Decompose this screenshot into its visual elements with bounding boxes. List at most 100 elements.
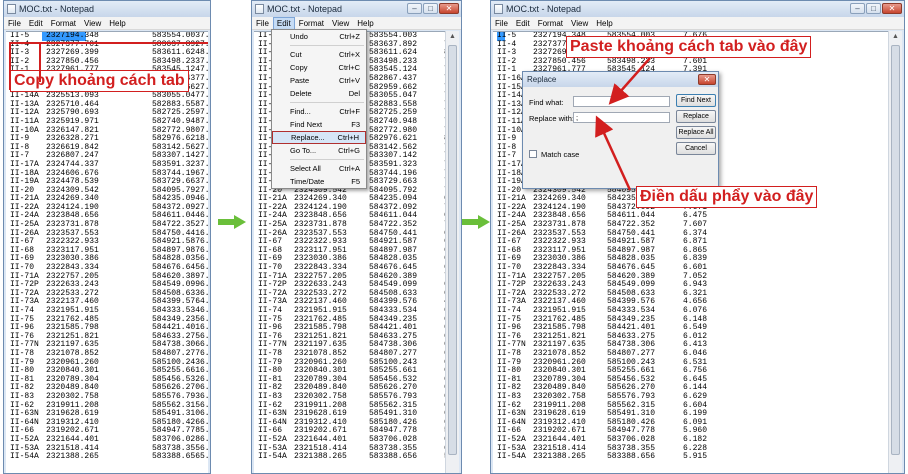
window-title: MOC.txt - Notepad — [19, 4, 95, 14]
minimize-button[interactable]: – — [850, 2, 865, 14]
replace-all-button[interactable]: Replace All — [676, 126, 716, 139]
point-id: II-54A — [497, 452, 526, 462]
close-button[interactable]: ✕ — [439, 2, 459, 14]
menu-item-find[interactable]: Find... Ctrl+F — [272, 105, 366, 118]
x-coordinate: 2321388.265 — [533, 452, 586, 462]
dialog-title-bar[interactable]: Replace ✕ — [523, 72, 718, 87]
menu-file[interactable]: File — [491, 17, 512, 30]
menu-format[interactable]: Format — [47, 17, 80, 30]
window-title: MOC.txt - Notepad — [267, 4, 343, 14]
point-id: II-54A — [258, 452, 287, 462]
annotation-enter-comma: Điền dấu phẩy vào đây — [636, 186, 818, 208]
minimize-button[interactable]: – — [407, 2, 422, 14]
text-area[interactable]: II-52327194.348583554.0037.676II-4232737… — [6, 31, 208, 473]
menu-item-time-date[interactable]: Time/Date F5 — [272, 175, 366, 188]
menu-view[interactable]: View — [80, 17, 105, 30]
y-coordinate: 583388.656 — [369, 452, 418, 462]
y-coordinate: 583388.656 — [152, 452, 201, 462]
window-title: MOC.txt - Notepad — [506, 4, 582, 14]
x-coordinate: 2321388.265 — [294, 452, 347, 462]
menu-item-paste[interactable]: Paste Ctrl+V — [272, 74, 366, 87]
menu-item-select-all[interactable]: Select All Ctrl+A — [272, 162, 366, 175]
maximize-button[interactable]: □ — [866, 2, 881, 14]
menu-item-replace[interactable]: Replace... Ctrl+H — [272, 131, 366, 144]
menu-item-find-next[interactable]: Find Next F3 — [272, 118, 366, 131]
title-bar[interactable]: MOC.txt - Notepad — [4, 1, 210, 17]
menu-item-shortcut: Ctrl+Z — [339, 32, 360, 41]
replace-button[interactable]: Replace — [676, 110, 716, 123]
menu-view[interactable]: View — [567, 17, 592, 30]
elevation: 5.915 — [200, 452, 208, 462]
menu-item-undo[interactable]: Undo Ctrl+Z — [272, 30, 366, 43]
edit-menu-dropdown: Undo Ctrl+Z Cut Ctrl+X Copy Ctrl+C Paste Ctrl+V… — [271, 29, 367, 189]
maximize-button[interactable]: □ — [423, 2, 438, 14]
menu-edit[interactable]: Edit — [512, 17, 534, 30]
match-case-checkbox[interactable] — [529, 150, 537, 158]
menu-file[interactable]: File — [4, 17, 25, 30]
replace-with-label: Replace with: — [529, 114, 575, 123]
match-case-label: Match case — [541, 150, 580, 159]
scroll-up-icon[interactable]: ▲ — [889, 31, 902, 43]
dialog-close-button[interactable]: ✕ — [698, 74, 716, 85]
title-bar[interactable]: MOC.txt - Notepad – □ ✕ — [252, 1, 461, 17]
menu-bar: File Edit Format View Help — [491, 17, 904, 30]
find-what-label: Find what: — [529, 98, 564, 107]
menu-item-shortcut: Ctrl+A — [338, 164, 360, 173]
menu-separator — [290, 159, 364, 160]
arrow-head — [478, 215, 490, 229]
menu-item-label: Replace... — [291, 133, 325, 142]
annotation-paste-tab: Paste khoảng cách tab vào đây — [566, 36, 812, 58]
menu-item-copy[interactable]: Copy Ctrl+C — [272, 61, 366, 74]
menu-item-shortcut: F3 — [351, 120, 360, 129]
menu-item-shortcut: Ctrl+C — [338, 63, 360, 72]
menu-item-label: Cut — [290, 50, 302, 59]
replace-dialog: Replace ✕ Find what: Replace with: ; Fin… — [522, 71, 719, 189]
menu-help[interactable]: Help — [105, 17, 129, 30]
scroll-thumb[interactable] — [448, 45, 457, 455]
menu-item-cut[interactable]: Cut Ctrl+X — [272, 48, 366, 61]
menu-item-label: Undo — [290, 32, 308, 41]
menu-item-label: Find... — [290, 107, 311, 116]
menu-item-shortcut: Ctrl+G — [338, 146, 360, 155]
menu-bar: File Edit Format View Help — [4, 17, 210, 30]
menu-item-go-to[interactable]: Go To... Ctrl+G — [272, 144, 366, 157]
menu-format[interactable]: Format — [534, 17, 567, 30]
menu-help[interactable]: Help — [592, 17, 616, 30]
x-coordinate: 2321388.265 — [46, 452, 99, 462]
dialog-title: Replace — [527, 75, 557, 84]
menu-file[interactable]: File — [252, 17, 273, 30]
replace-with-input[interactable]: ; — [573, 112, 670, 123]
cancel-button[interactable]: Cancel — [676, 142, 716, 155]
menu-item-shortcut: F5 — [351, 177, 360, 186]
notepad-app-icon — [255, 4, 264, 14]
find-next-button[interactable]: Find Next — [676, 94, 716, 107]
elevation: 5.915 — [683, 452, 708, 462]
menu-item-label: Copy — [290, 63, 308, 72]
text-line: II-54A 2321388.265 583388.656 5.915 — [493, 452, 888, 462]
scroll-up-icon[interactable]: ▲ — [446, 31, 459, 43]
menu-item-label: Delete — [290, 89, 312, 98]
close-button[interactable]: ✕ — [882, 2, 902, 14]
point-id: II-54A — [10, 452, 39, 462]
menu-item-label: Find Next — [290, 120, 323, 129]
title-bar[interactable]: MOC.txt - Notepad – □ ✕ — [491, 1, 904, 17]
window-controls: – □ ✕ — [849, 2, 902, 16]
menu-edit[interactable]: Edit — [25, 17, 47, 30]
annotation-copy-tab: Copy khoảng cách tab — [10, 70, 189, 92]
scroll-thumb[interactable] — [891, 45, 900, 455]
y-coordinate: 583388.656 — [607, 452, 656, 462]
find-what-input[interactable] — [573, 96, 670, 107]
menu-item-shortcut: Ctrl+X — [338, 50, 360, 59]
menu-item-shortcut: Ctrl+V — [338, 76, 360, 85]
vertical-scrollbar[interactable]: ▲ — [888, 31, 902, 473]
menu-separator — [290, 45, 364, 46]
menu-item-label: Select All — [290, 164, 321, 173]
text-line: II-54A2321388.265583388.6565.915 — [254, 452, 445, 462]
vertical-scrollbar[interactable]: ▲ — [445, 31, 459, 473]
window-controls: – □ ✕ — [406, 2, 459, 16]
menu-separator — [290, 102, 364, 103]
notepad-app-icon — [7, 4, 16, 14]
menu-item-delete[interactable]: Delete Del — [272, 87, 366, 100]
menu-item-label: Time/Date — [290, 177, 325, 186]
step-arrow-2 — [462, 215, 490, 229]
